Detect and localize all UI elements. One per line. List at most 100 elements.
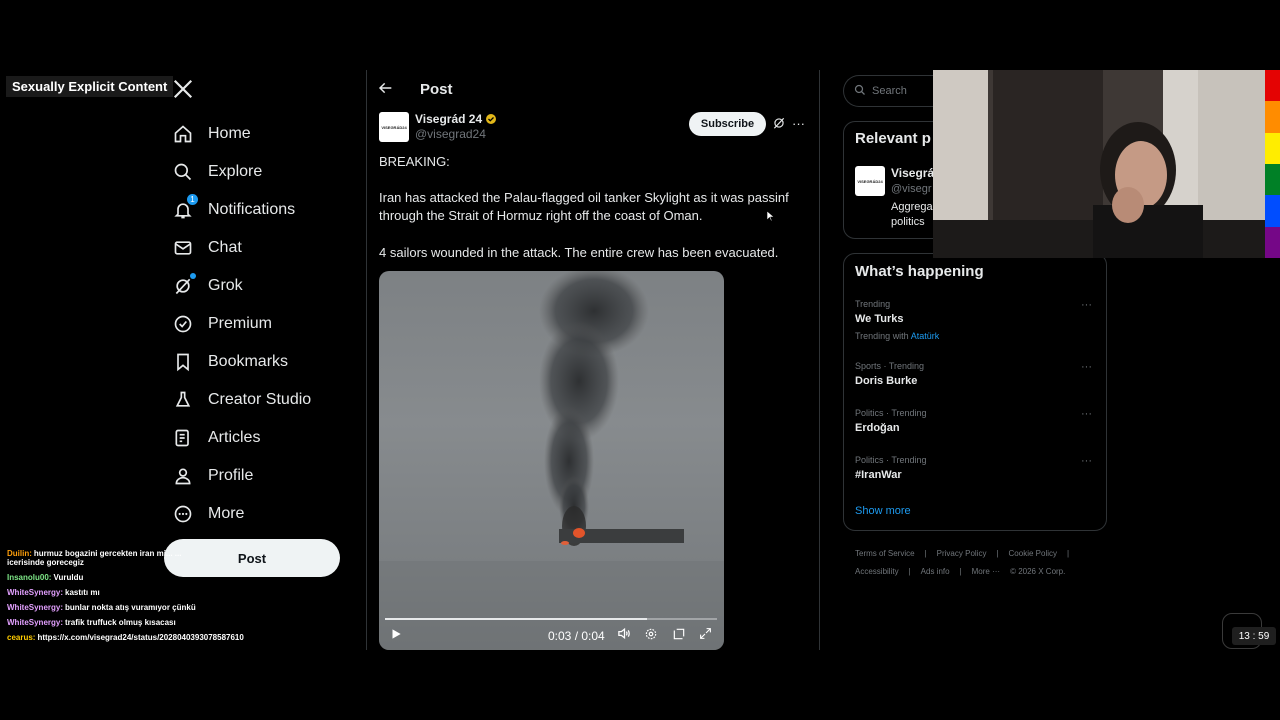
relevant-people-title: Relevant p	[855, 130, 931, 147]
stream-chat: Duilin: hurmuz bogazini gercekten iran mi…	[7, 546, 257, 645]
search-input[interactable]: Search	[843, 75, 943, 107]
footer-link[interactable]: Terms of Service	[855, 549, 915, 558]
footer-sep: |	[924, 549, 927, 558]
x-logo-icon[interactable]	[172, 78, 198, 104]
bookmark-icon	[172, 351, 194, 373]
grok-explain-icon[interactable]	[772, 116, 787, 131]
nav-more[interactable]: More	[172, 499, 244, 529]
trend-more-icon[interactable]: ···	[1081, 361, 1092, 373]
relevant-bio: Aggrega	[891, 201, 933, 213]
back-arrow-icon[interactable]	[378, 80, 396, 98]
author-name[interactable]: Visegrád 24	[415, 112, 497, 126]
grok-icon	[172, 273, 196, 297]
footer-link[interactable]: More ···	[972, 567, 1000, 576]
mouse-cursor-icon	[766, 209, 775, 227]
chat-user: WhiteSynergy:	[7, 603, 64, 612]
trend-more-icon[interactable]: ···	[1081, 455, 1092, 467]
home-icon	[172, 123, 194, 145]
content-warning-label: Sexually Explicit Content	[6, 76, 174, 97]
post-video[interactable]: 0:03 / 0:04	[379, 271, 724, 650]
nav-more-label: More	[208, 505, 245, 522]
post-text-line: BREAKING:	[379, 154, 450, 169]
nav-chat[interactable]: Chat	[172, 233, 242, 263]
trend-meta: Politics · Trending	[855, 455, 927, 465]
footer-link[interactable]: Cookie Policy	[1009, 549, 1057, 558]
nav-explore-label: Explore	[208, 163, 263, 180]
whats-happening-title: What’s happening	[855, 263, 984, 280]
nav-notifications[interactable]: 1 Notifications	[172, 194, 295, 225]
chat-message: WhiteSynergy: bunlar nokta atış vuramıyor…	[7, 600, 257, 615]
footer-sep: |	[996, 549, 999, 558]
trend-with-label: Trending with	[855, 331, 909, 341]
nav-home[interactable]: Home	[172, 119, 251, 149]
trend-meta: Politics · Trending	[855, 408, 927, 418]
trend-name[interactable]: #IranWar	[855, 469, 902, 481]
footer-links: Accessibility | Ads info | More ··· © 20…	[855, 567, 1075, 576]
footer-link[interactable]: Privacy Policy	[937, 549, 987, 558]
chat-user: cearus:	[7, 633, 36, 642]
grok-dot	[190, 273, 196, 279]
nav-articles-label: Articles	[208, 429, 261, 446]
author-name-text: Visegrád 24	[415, 112, 483, 126]
chat-message: WhiteSynergy: trafik truffuck olmuş kısac…	[7, 615, 257, 630]
relevant-avatar[interactable]: VISEGRÁD24	[855, 166, 885, 196]
mail-icon	[172, 237, 194, 259]
search-icon	[172, 161, 194, 183]
nav-creator-studio[interactable]: Creator Studio	[172, 385, 311, 415]
trend-with: Trending with Atatürk	[855, 331, 939, 341]
settings-icon[interactable]	[644, 627, 658, 646]
chat-text: icerisinde gorecegiz	[7, 558, 84, 567]
trend-more-icon[interactable]: ···	[1081, 408, 1092, 420]
nav-bookmarks[interactable]: Bookmarks	[172, 347, 288, 377]
more-circle-icon	[172, 503, 194, 525]
nav-articles[interactable]: Articles	[172, 423, 260, 453]
nav-explore[interactable]: Explore	[172, 157, 262, 187]
fullscreen-icon[interactable]	[699, 627, 712, 645]
rainbow-bar	[1265, 70, 1280, 258]
footer-sep: |	[908, 567, 911, 576]
author-handle[interactable]: @visegrad24	[415, 127, 486, 141]
trend-with-link[interactable]: Atatürk	[911, 331, 940, 341]
footer-link[interactable]: Ads info	[921, 567, 950, 576]
post-header: Post	[378, 80, 453, 98]
page-title: Post	[420, 80, 453, 98]
trend-name[interactable]: Doris Burke	[855, 375, 917, 387]
footer-link[interactable]: Accessibility	[855, 567, 899, 576]
nav-creator-studio-label: Creator Studio	[208, 391, 312, 408]
volume-icon[interactable]	[617, 626, 632, 646]
chat-message: Insanolu00: Vuruldu	[7, 570, 257, 585]
article-icon	[172, 427, 194, 449]
show-more-link[interactable]: Show more	[855, 505, 911, 517]
post-more-icon[interactable]: ···	[792, 116, 805, 131]
nav-premium[interactable]: Premium	[172, 309, 272, 339]
trend-meta: Sports · Trending	[855, 361, 925, 371]
author-avatar[interactable]: VISEGRÁD24	[379, 112, 409, 142]
column-divider-left	[366, 70, 367, 650]
nav-premium-label: Premium	[208, 315, 273, 332]
trend-name[interactable]: Erdoğan	[855, 422, 900, 434]
verified-icon	[485, 113, 497, 125]
chat-text: trafik truffuck olmuş kısacası	[65, 618, 176, 627]
relevant-name[interactable]: Visegrá	[891, 166, 934, 180]
search-icon	[854, 84, 866, 99]
relevant-bio: politics	[891, 216, 925, 228]
trend-more-icon[interactable]: ···	[1081, 299, 1092, 311]
bell-icon: 1	[172, 194, 198, 221]
trend-name[interactable]: We Turks	[855, 313, 904, 325]
video-time: 0:03 / 0:04	[548, 629, 605, 643]
subscribe-button[interactable]: Subscribe	[689, 112, 766, 136]
picture-in-picture-icon[interactable]	[672, 627, 686, 646]
whats-happening-panel	[843, 253, 1107, 531]
play-icon[interactable]	[389, 627, 403, 646]
chat-text: bunlar nokta atış vuramıyor çünkü	[65, 603, 196, 612]
nav-grok[interactable]: Grok	[172, 271, 243, 301]
footer-sep: |	[959, 567, 962, 576]
chat-message: cearus: https://x.com/visegrad24/status/2…	[7, 630, 257, 645]
notification-badge: 1	[187, 194, 198, 205]
chat-message: WhiteSynergy: kastıtı mı	[7, 585, 257, 600]
nav-profile[interactable]: Profile	[172, 461, 253, 491]
video-controls: 0:03 / 0:04	[379, 616, 724, 650]
webcam-image	[933, 70, 1265, 258]
video-progress-bar[interactable]	[385, 618, 717, 620]
nav-bookmarks-label: Bookmarks	[208, 353, 289, 370]
